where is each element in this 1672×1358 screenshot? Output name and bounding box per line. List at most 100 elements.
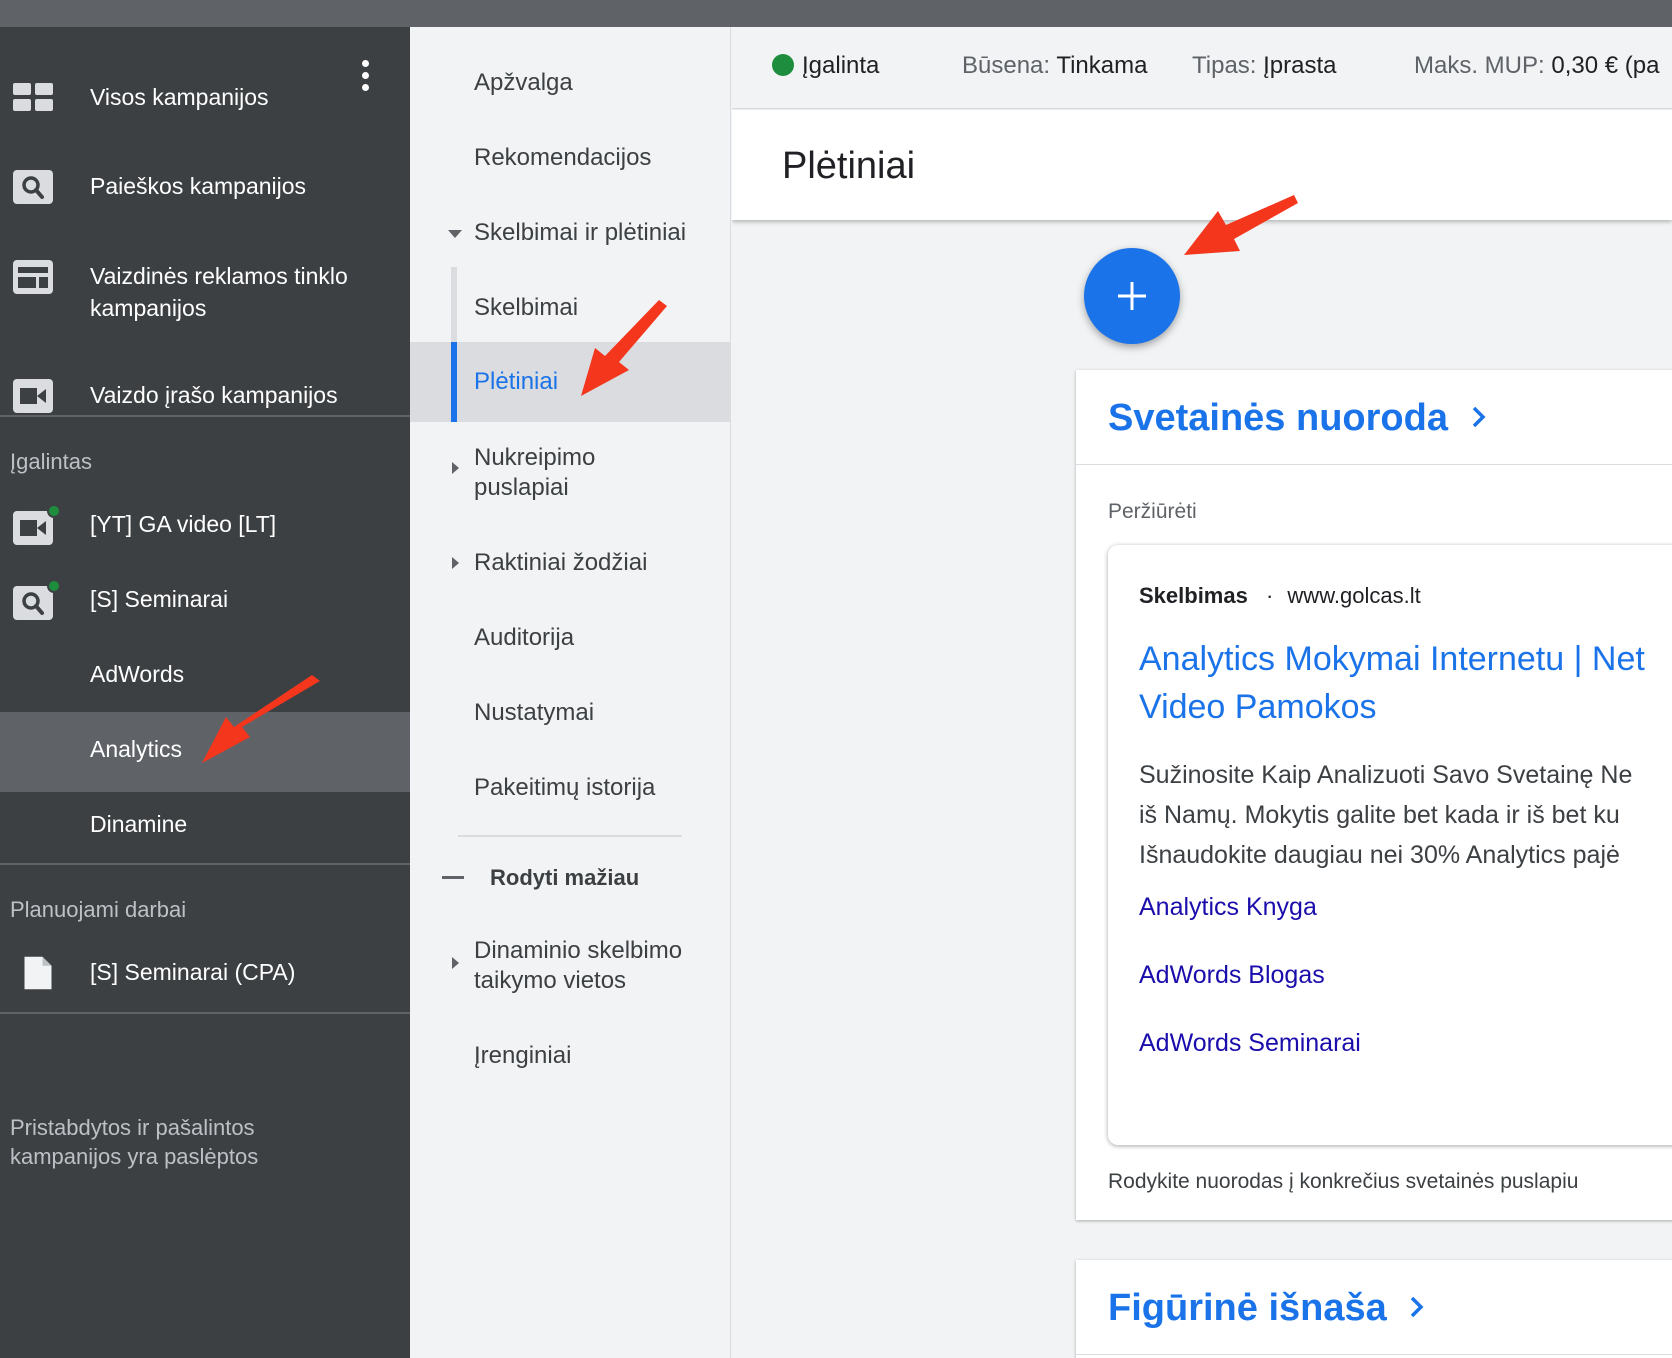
nav-extensions[interactable]: Plėtiniai bbox=[410, 342, 731, 422]
campaign-label: [S] Seminarai (CPA) bbox=[90, 959, 296, 985]
divider bbox=[0, 863, 410, 865]
campaign-item[interactable]: Dinamine bbox=[0, 787, 410, 867]
status-max-cpc: Maks. MUP: 0,30 € (pa bbox=[1414, 52, 1659, 80]
video-icon bbox=[13, 379, 53, 413]
sidebar-item-search-campaigns[interactable]: Paieškos kampanijos bbox=[0, 142, 410, 232]
card-description: Rodykite nuorodas į konkrečius svetainės… bbox=[1108, 1170, 1579, 1193]
chevron-right-icon bbox=[1411, 1296, 1424, 1318]
status-enabled[interactable]: Įgalinta bbox=[772, 52, 879, 80]
card-title[interactable]: Figūrinė išnaša bbox=[1108, 1287, 1427, 1330]
card-header[interactable]: Figūrinė išnaša bbox=[1076, 1260, 1672, 1355]
status-value: 0,30 € (pa bbox=[1551, 52, 1660, 79]
nav-label: taikymo vietos bbox=[474, 967, 627, 994]
nav-change-history[interactable]: Pakeitimų istorija bbox=[410, 772, 731, 812]
section-label-enabled: Įgalintas bbox=[10, 449, 92, 474]
ad-description-line: Sužinosite Kaip Analizuoti Savo Svetainę… bbox=[1139, 761, 1633, 789]
nav-label: Auditorija bbox=[474, 624, 575, 651]
campaign-item[interactable]: [YT] GA video [LT] bbox=[0, 487, 410, 567]
nav-settings[interactable]: Nustatymai bbox=[410, 697, 731, 737]
card-title-text: Figūrinė išnaša bbox=[1108, 1287, 1387, 1329]
status-dot-icon bbox=[47, 504, 61, 518]
annotation-arrow-icon bbox=[202, 675, 320, 763]
ad-description-line: Išnaudokite daugiau nei 30% Analytics pa… bbox=[1139, 841, 1620, 869]
sidebar-item-video-campaigns[interactable]: Vaizdo įrašo kampanijos bbox=[0, 352, 410, 442]
ad-headline-line: Video Pamokos bbox=[1139, 688, 1377, 726]
status-dot-icon bbox=[772, 54, 794, 76]
card-title-text: Svetainės nuoroda bbox=[1108, 397, 1448, 439]
footnote-line: kampanijos yra paslėptos bbox=[10, 1144, 259, 1169]
nav-label: Plėtiniai bbox=[474, 368, 559, 395]
campaign-status-bar: Įgalinta Būsena: Tinkama Tipas: Įprasta … bbox=[732, 27, 1672, 109]
sitelink[interactable]: Analytics Knyga bbox=[1139, 893, 1317, 922]
ad-headline[interactable]: Analytics Mokymai Internetu | Net Video … bbox=[1139, 635, 1645, 731]
ad-description-line: iš Namų. Mokytis galite bet kada ir iš b… bbox=[1139, 801, 1620, 829]
ad-display-url: www.golcas.lt bbox=[1287, 583, 1421, 608]
ad-badge-row: Skelbimas · www.golcas.lt bbox=[1139, 583, 1421, 609]
caret-right-icon bbox=[452, 957, 459, 969]
sitelink-extension-card: Svetainės nuoroda Peržiūrėti Skelbimas ·… bbox=[1076, 370, 1672, 1220]
campaign-label: AdWords bbox=[90, 661, 185, 687]
separator-dot: · bbox=[1265, 583, 1274, 608]
campaign-label: [YT] GA video [LT] bbox=[90, 511, 277, 537]
annotation-arrow-icon bbox=[1184, 195, 1298, 255]
sitelink[interactable]: AdWords Seminarai bbox=[1139, 1029, 1361, 1058]
sidebar-item-label: Vaizdinės reklamos tinklo kampanijos bbox=[90, 263, 348, 321]
nav-label: Nukreipimo bbox=[474, 444, 596, 471]
caret-right-icon bbox=[452, 557, 459, 569]
nav-recommendations[interactable]: Rekomendacijos bbox=[410, 142, 731, 182]
sitelink[interactable]: AdWords Blogas bbox=[1139, 961, 1325, 990]
ad-description: Sužinosite Kaip Analizuoti Savo Svetainę… bbox=[1139, 755, 1632, 875]
nav-label: Skelbimai ir plėtiniai bbox=[474, 219, 687, 246]
divider bbox=[0, 415, 410, 417]
nav-landing-pages[interactable]: Nukreipimo puslapiai bbox=[410, 442, 731, 512]
nav-label: Įrenginiai bbox=[474, 1042, 572, 1069]
nav-label: Raktiniai žodžiai bbox=[474, 549, 648, 576]
card-title[interactable]: Svetainės nuoroda bbox=[1108, 397, 1489, 440]
search-icon bbox=[13, 170, 53, 204]
status-state: Būsena: Tinkama bbox=[962, 52, 1147, 80]
caret-down-icon bbox=[448, 230, 462, 238]
hidden-campaigns-note: Pristabdytos ir pašalintos kampanijos yr… bbox=[10, 1113, 258, 1171]
status-dot-icon bbox=[47, 579, 61, 593]
campaign-label: Dinamine bbox=[90, 811, 188, 837]
divider bbox=[458, 835, 682, 837]
nav-dsa-targets[interactable]: Dinaminio skelbimo taikymo vietos bbox=[410, 935, 731, 1005]
page-title: Plėtiniai bbox=[782, 145, 916, 187]
nav-overview[interactable]: Apžvalga bbox=[410, 67, 731, 107]
campaign-item[interactable]: [S] Seminarai bbox=[0, 562, 410, 642]
document-icon bbox=[24, 956, 52, 990]
display-icon bbox=[13, 260, 53, 294]
sidebar-item-all-campaigns[interactable]: Visos kampanijos bbox=[0, 54, 410, 142]
nav-label: Pakeitimų istorija bbox=[474, 774, 656, 801]
sidebar-item-label: Paieškos kampanijos bbox=[90, 173, 307, 199]
grid-icon bbox=[13, 83, 53, 111]
status-label: Tipas: bbox=[1192, 52, 1257, 79]
callout-extension-card: Figūrinė išnaša bbox=[1076, 1260, 1672, 1358]
nav-devices[interactable]: Įrenginiai bbox=[410, 1040, 731, 1080]
active-indicator bbox=[451, 342, 457, 422]
nav-label: Rekomendacijos bbox=[474, 144, 652, 171]
ad-preview: Skelbimas · www.golcas.lt Analytics Moky… bbox=[1108, 545, 1672, 1145]
caret-right-icon bbox=[452, 462, 459, 474]
page-menu: Apžvalga Rekomendacijos Skelbimai ir plė… bbox=[410, 27, 731, 1358]
more-options-icon[interactable] bbox=[362, 60, 370, 96]
top-bar bbox=[0, 0, 1672, 27]
status-value: Tinkama bbox=[1056, 52, 1148, 79]
nav-ads[interactable]: Skelbimai bbox=[410, 292, 731, 332]
campaign-item[interactable]: [S] Seminarai (CPA) bbox=[0, 935, 410, 1015]
nav-keywords[interactable]: Raktiniai žodžiai bbox=[410, 547, 731, 587]
status-type: Tipas: Įprasta bbox=[1192, 52, 1337, 80]
sidebar-item-label: Vaizdo įrašo kampanijos bbox=[90, 382, 338, 408]
show-less-button[interactable]: Rodyti mažiau bbox=[410, 862, 731, 902]
sidebar-item-display-campaigns[interactable]: Vaizdinės reklamos tinklo kampanijos bbox=[0, 232, 410, 352]
nav-label: Apžvalga bbox=[474, 69, 573, 96]
sidebar-item-label: Visos kampanijos bbox=[90, 84, 269, 110]
nav-label: Nustatymai bbox=[474, 699, 595, 726]
ad-badge: Skelbimas bbox=[1139, 583, 1248, 608]
add-extension-button[interactable] bbox=[1084, 248, 1180, 344]
nav-audience[interactable]: Auditorija bbox=[410, 622, 731, 662]
nav-ads-extensions[interactable]: Skelbimai ir plėtiniai bbox=[410, 217, 731, 257]
card-header[interactable]: Svetainės nuoroda bbox=[1076, 370, 1672, 465]
ad-headline-line: Analytics Mokymai Internetu | Net bbox=[1139, 640, 1645, 678]
minus-icon bbox=[442, 876, 464, 879]
